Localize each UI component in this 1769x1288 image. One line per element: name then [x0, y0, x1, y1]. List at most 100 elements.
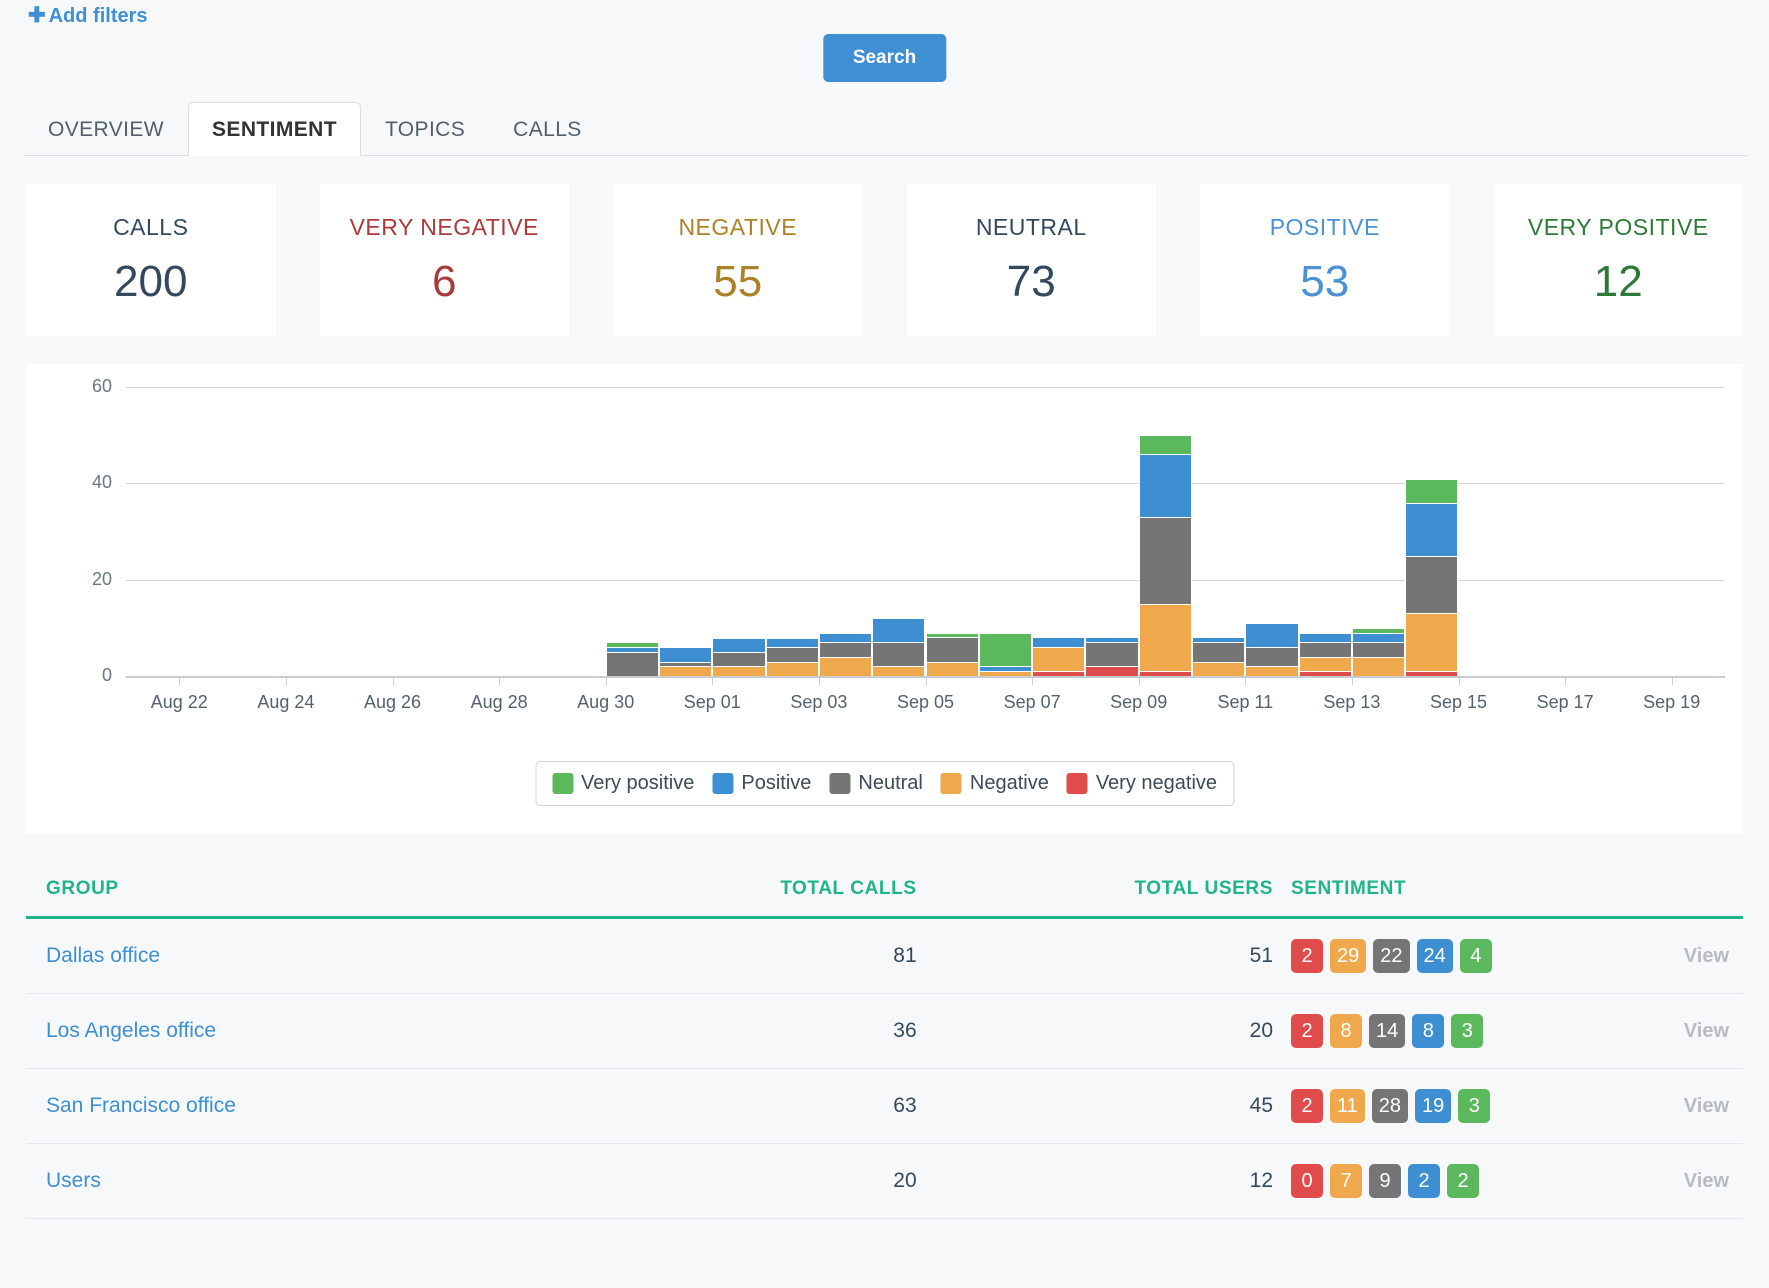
stat-card-very-positive[interactable]: VERY POSITIVE12	[1494, 184, 1744, 336]
status-badge: 7	[1330, 1164, 1362, 1198]
chart-bar-segment	[1245, 647, 1298, 666]
legend-label: Very negative	[1096, 772, 1217, 795]
chart-bar[interactable]	[659, 647, 712, 676]
chart-bar-segment	[1032, 637, 1085, 647]
view-link[interactable]: View	[1603, 1144, 1743, 1219]
status-badge: 22	[1373, 939, 1409, 973]
tab-topics[interactable]: TOPICS	[361, 102, 489, 156]
chart-bar[interactable]	[1192, 637, 1245, 676]
view-link[interactable]: View	[1603, 918, 1743, 994]
chart-bar[interactable]	[1085, 637, 1138, 676]
group-link[interactable]: Los Angeles office	[46, 1019, 216, 1042]
stat-card-negative[interactable]: NEGATIVE55	[613, 184, 863, 336]
tab-label: SENTIMENT	[212, 118, 337, 141]
x-axis-tick-label: Sep 05	[897, 692, 954, 713]
view-link[interactable]: View	[1603, 1069, 1743, 1144]
tab-calls[interactable]: CALLS	[489, 102, 606, 156]
chart-bar[interactable]	[926, 633, 979, 676]
cell-sentiment: 07922	[1273, 1144, 1603, 1219]
chart-bar-segment	[819, 633, 872, 643]
tab-overview[interactable]: OVERVIEW	[24, 102, 188, 156]
stat-card-neutral[interactable]: NEUTRAL73	[907, 184, 1157, 336]
chart-bar-stack	[1032, 637, 1085, 676]
chart-bar-segment	[1299, 642, 1352, 656]
chart-bar-segment	[1299, 633, 1352, 643]
chart-bar-segment	[1405, 503, 1458, 556]
x-axis-tick	[926, 676, 927, 685]
x-axis-tick	[606, 676, 607, 685]
stat-card-very-negative[interactable]: VERY NEGATIVE6	[320, 184, 570, 336]
chart-bar[interactable]	[712, 638, 765, 677]
chart-bar[interactable]	[1245, 623, 1298, 676]
x-axis-tick-label: Sep 09	[1110, 692, 1167, 713]
chart-bar-segment	[1352, 633, 1405, 643]
x-axis-tick	[1245, 676, 1246, 685]
tab-label: CALLS	[513, 118, 582, 141]
chart-bar-segment	[1299, 657, 1352, 671]
stat-card-positive[interactable]: POSITIVE53	[1200, 184, 1450, 336]
stat-card-value: 55	[713, 257, 762, 307]
chart-bar[interactable]	[1032, 637, 1085, 676]
legend-item-very-negative[interactable]: Very negative	[1067, 772, 1217, 795]
chart-bar[interactable]	[1405, 479, 1458, 676]
search-button[interactable]: Search	[823, 34, 946, 82]
table-row: Users201207922View	[26, 1144, 1743, 1219]
status-badge: 9	[1369, 1164, 1401, 1198]
legend-swatch	[829, 773, 850, 794]
legend-item-negative[interactable]: Negative	[941, 772, 1049, 795]
chart-bar-segment	[659, 647, 712, 661]
x-axis-tick-label: Sep 01	[684, 692, 741, 713]
stat-card-value: 200	[114, 257, 187, 307]
add-filters-button[interactable]: ✚Add filters	[28, 3, 148, 28]
column-header-total-users[interactable]: TOTAL USERS	[917, 860, 1273, 918]
stat-cards: CALLS 200 VERY NEGATIVE6 NEGATIVE55 NEUTRAL7…	[0, 156, 1769, 336]
sentiment-badges: 07922	[1291, 1164, 1603, 1198]
chart-bar-segment	[1085, 642, 1138, 666]
x-axis-tick-label: Aug 28	[471, 692, 528, 713]
status-badge: 19	[1415, 1089, 1451, 1123]
column-header-sentiment[interactable]: SENTIMENT	[1273, 860, 1603, 918]
chart-bar[interactable]	[979, 633, 1032, 676]
sentiment-chart-panel: 0204060Aug 22Aug 24Aug 26Aug 28Aug 30Sep…	[26, 364, 1743, 834]
chart-bar[interactable]	[606, 642, 659, 676]
chart-bar[interactable]	[1139, 435, 1192, 676]
cell-total-users: 51	[917, 918, 1273, 994]
chart-bar-segment	[872, 642, 925, 666]
chart-bar-segment	[1352, 657, 1405, 676]
view-link[interactable]: View	[1603, 994, 1743, 1069]
chart-bar[interactable]	[872, 618, 925, 676]
tab-sentiment[interactable]: SENTIMENT	[188, 102, 361, 156]
legend-item-positive[interactable]: Positive	[712, 772, 811, 795]
stat-card-calls[interactable]: CALLS 200	[26, 184, 276, 336]
stat-card-label: CALLS	[113, 214, 188, 241]
sentiment-badges: 22922244	[1291, 939, 1603, 973]
x-axis-tick-label: Sep 07	[1004, 692, 1061, 713]
group-link[interactable]: San Francisco office	[46, 1094, 236, 1117]
chart-bar[interactable]	[1352, 628, 1405, 676]
chart-bar-segment	[1139, 671, 1192, 676]
legend-label: Negative	[970, 772, 1049, 795]
chart-bar-segment	[1352, 642, 1405, 656]
chart-bar[interactable]	[819, 633, 872, 676]
status-badge: 8	[1412, 1014, 1444, 1048]
legend-item-neutral[interactable]: Neutral	[829, 772, 922, 795]
chart-bar[interactable]	[1299, 633, 1352, 676]
y-axis-tick-label: 20	[56, 569, 112, 590]
x-axis-tick	[499, 676, 500, 685]
table-row: Los Angeles office3620281483View	[26, 994, 1743, 1069]
group-link[interactable]: Dallas office	[46, 944, 160, 967]
cell-total-calls: 81	[566, 918, 917, 994]
status-badge: 0	[1291, 1164, 1323, 1198]
chart-bar-segment	[766, 647, 819, 661]
chart-bar-segment	[1085, 666, 1138, 676]
column-header-total-calls[interactable]: TOTAL CALLS	[566, 860, 917, 918]
group-link[interactable]: Users	[46, 1169, 101, 1192]
x-axis-tick	[286, 676, 287, 685]
column-header-group[interactable]: GROUP	[26, 860, 566, 918]
x-axis-tick-label: Sep 17	[1537, 692, 1594, 713]
chart-bar-segment	[872, 618, 925, 642]
legend-item-very-positive[interactable]: Very positive	[552, 772, 694, 795]
x-axis-tick-label: Sep 19	[1643, 692, 1700, 713]
legend-label: Neutral	[858, 772, 922, 795]
chart-bar[interactable]	[766, 638, 819, 677]
